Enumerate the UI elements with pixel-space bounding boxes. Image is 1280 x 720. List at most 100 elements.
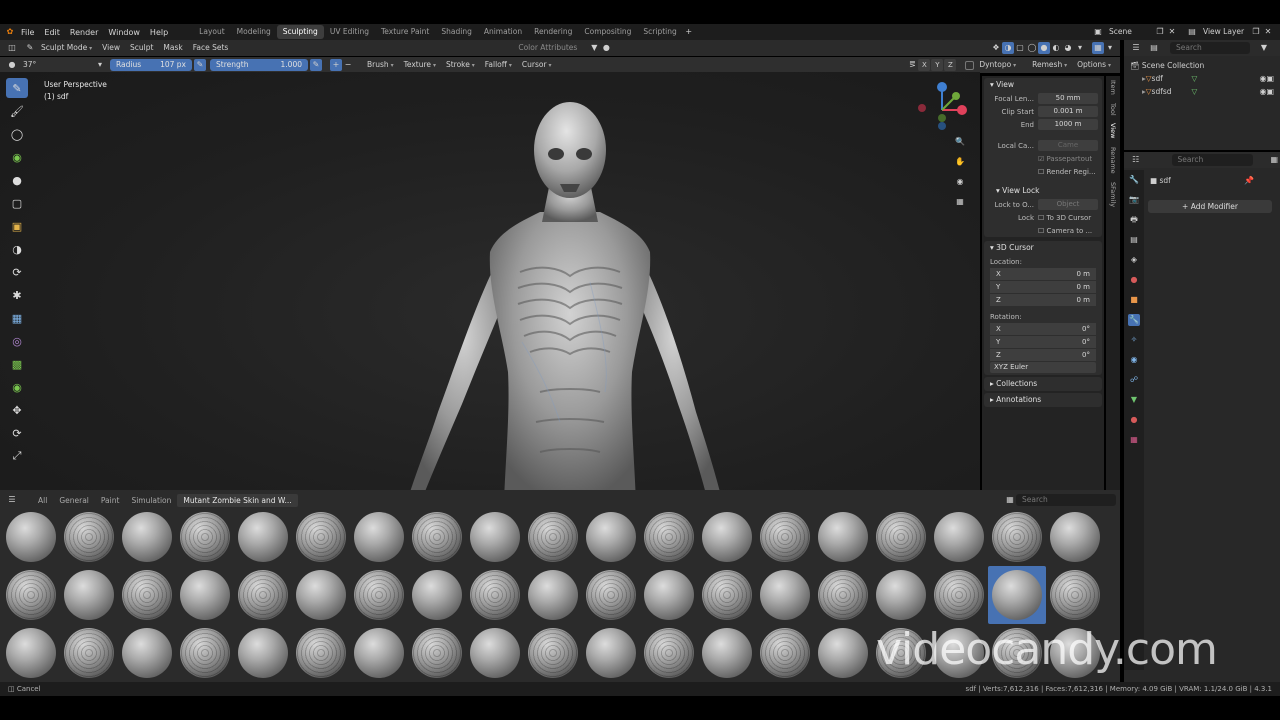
lock-to-cursor-checkbox[interactable]: ☐ To 3D Cursor (1038, 214, 1091, 222)
menu-help[interactable]: Help (145, 28, 173, 37)
brush-thumbnail[interactable] (470, 570, 520, 620)
pan-hand-icon[interactable]: ✋ (954, 156, 966, 168)
shading-options-icon[interactable]: ▾ (1074, 42, 1086, 54)
brush-thumbnail[interactable] (64, 570, 114, 620)
brush-thumbnail[interactable] (412, 570, 462, 620)
brush-thumbnail[interactable] (1050, 570, 1100, 620)
view-section-header[interactable]: ▾ View (984, 78, 1102, 92)
menu-edit[interactable]: Edit (39, 28, 65, 37)
brush-thumbnail[interactable] (354, 570, 404, 620)
brush-thumbnail[interactable] (354, 512, 404, 562)
cursor-rotation-x-field[interactable]: X 0° (990, 323, 1096, 335)
tool-menu-cursor[interactable]: Cursor (517, 59, 557, 71)
brush-thumbnail[interactable] (586, 570, 636, 620)
brush-thumbnail[interactable] (470, 512, 520, 562)
viewport-menu-face-sets[interactable]: Face Sets (188, 42, 234, 54)
shading-material-icon[interactable]: ◐ (1050, 42, 1062, 54)
brush-thumbnail[interactable] (818, 512, 868, 562)
color-attributes-label[interactable]: Color Attributes (513, 42, 582, 54)
cursor-location-y-field[interactable]: Y 0 m (990, 281, 1096, 293)
display-mode-icon[interactable]: ▤ (1148, 42, 1160, 54)
vertex-color-icon[interactable]: ● (600, 42, 612, 54)
rotate-icon[interactable]: ⟳ (6, 423, 28, 443)
line-project-icon[interactable]: ⟳ (6, 262, 28, 282)
sidebar-tab-item[interactable]: Item (1109, 76, 1117, 99)
object-tab-icon[interactable]: ■ (1128, 294, 1140, 306)
passepartout-checkbox[interactable]: ☑ Passepartout (1038, 155, 1092, 163)
viewport-3d[interactable]: User Perspective (1) sdf 🔍 ✋ ◉ ▦ (0, 72, 980, 508)
sidebar-tab-rename[interactable]: Rename (1109, 143, 1117, 178)
brush-thumbnail[interactable] (64, 628, 114, 678)
render-tab-icon[interactable]: 📷 (1128, 194, 1140, 206)
brush-thumbnail[interactable] (760, 512, 810, 562)
symmetry-z-toggle[interactable]: Z (944, 59, 957, 71)
box-face-set-icon[interactable]: ▣ (6, 216, 28, 236)
cursor-location-x-field[interactable]: X 0 m (990, 268, 1096, 280)
move-icon[interactable]: ✥ (6, 400, 28, 420)
menu-render[interactable]: Render (65, 28, 103, 37)
brush-thumbnail[interactable] (180, 628, 230, 678)
brush-thumbnail[interactable] (992, 570, 1042, 620)
symmetry-x-toggle[interactable]: X (918, 59, 931, 71)
sidebar-tab-view[interactable]: View (1109, 119, 1117, 142)
constraints-tab-icon[interactable]: ☍ (1128, 374, 1140, 386)
modifier-tab-icon[interactable]: 🔧 (1128, 314, 1140, 326)
render-camera-icon[interactable]: ▣ (1266, 85, 1274, 98)
brush-thumbnail[interactable] (528, 512, 578, 562)
scene-tab-icon[interactable]: ◈ (1128, 254, 1140, 266)
brush-thumbnail[interactable] (6, 628, 56, 678)
strength-field[interactable]: Strength 1.000 (210, 59, 308, 71)
tab-layout[interactable]: Layout (193, 25, 231, 39)
local-camera-field[interactable]: Came (1038, 140, 1098, 151)
new-scene-icon[interactable]: ❐ (1154, 26, 1166, 38)
tab-uv-editing[interactable]: UV Editing (324, 25, 375, 39)
new-view-layer-icon[interactable]: ❐ (1250, 26, 1262, 38)
brush-thumbnail[interactable] (238, 628, 288, 678)
blender-logo-icon[interactable]: ✿ (4, 26, 16, 38)
view-layer-tab-icon[interactable]: ▤ (1128, 234, 1140, 246)
brush-thumbnail[interactable] (180, 512, 230, 562)
viewport-menu-mask[interactable]: Mask (158, 42, 187, 54)
cursor-rotation-y-field[interactable]: Y 0° (990, 336, 1096, 348)
sculpt-mesh[interactable] (390, 92, 750, 508)
brush-thumbnail[interactable] (818, 628, 868, 678)
symmetry-y-toggle[interactable]: Y (931, 59, 944, 71)
asset-search-input[interactable]: Search (1016, 494, 1116, 506)
smear-brush-icon[interactable]: ◯ (6, 124, 28, 144)
cursor-location-z-field[interactable]: Z 0 m (990, 294, 1096, 306)
brush-thumbnail[interactable] (238, 570, 288, 620)
collections-section[interactable]: ▸ Collections (984, 377, 1102, 391)
draw-brush-icon[interactable]: ✎ (6, 78, 28, 98)
brush-thumbnail[interactable] (702, 628, 752, 678)
brush-thumbnail[interactable] (528, 628, 578, 678)
brush-thumbnail[interactable] (1050, 512, 1100, 562)
material-tab-icon[interactable]: ● (1128, 414, 1140, 426)
outliner-item-sdf[interactable]: ▸ ▽ sdf ▽ ◉ ▣ (1130, 72, 1274, 85)
rotation-mode-select[interactable]: XYZ Euler (990, 362, 1096, 373)
particles-tab-icon[interactable]: ✧ (1128, 334, 1140, 346)
menu-window[interactable]: Window (103, 28, 145, 37)
properties-editor-icon[interactable]: ☷ (1130, 154, 1142, 166)
mesh-filter-icon[interactable]: ✱ (6, 285, 28, 305)
camera-to-view-checkbox[interactable]: ☐ Camera to ... (1038, 227, 1092, 235)
asset-category-4[interactable]: Mutant Zombie Skin and W... (177, 493, 298, 507)
brush-angle[interactable]: 37° (18, 59, 94, 71)
brush-thumbnail[interactable] (644, 512, 694, 562)
tab-animation[interactable]: Animation (478, 25, 528, 39)
camera-view-icon[interactable]: ◉ (954, 176, 966, 188)
menu-file[interactable]: File (16, 28, 39, 37)
output-tab-icon[interactable]: 🖶 (1128, 214, 1140, 226)
add-modifier-button[interactable]: + Add Modifier (1148, 200, 1272, 213)
brush-thumbnail[interactable] (818, 570, 868, 620)
view-lock-header[interactable]: ▾ View Lock (984, 184, 1102, 198)
properties-scroll-area[interactable] (1266, 160, 1276, 660)
render-region-checkbox[interactable]: ☐ Render Regi... (1038, 168, 1096, 176)
annotations-section[interactable]: ▸ Annotations (984, 393, 1102, 407)
tab-modeling[interactable]: Modeling (231, 25, 277, 39)
clip-end-field[interactable]: 1000 m (1038, 119, 1098, 130)
box-trim-icon[interactable]: ◑ (6, 239, 28, 259)
outliner-item-sdfsd[interactable]: ▸ ▽ sdfsd ▽ ◉ ▣ (1130, 85, 1274, 98)
navigation-gizmo[interactable] (916, 80, 974, 138)
brush-thumbnail[interactable] (702, 512, 752, 562)
options-menu[interactable]: Options (1072, 59, 1116, 71)
